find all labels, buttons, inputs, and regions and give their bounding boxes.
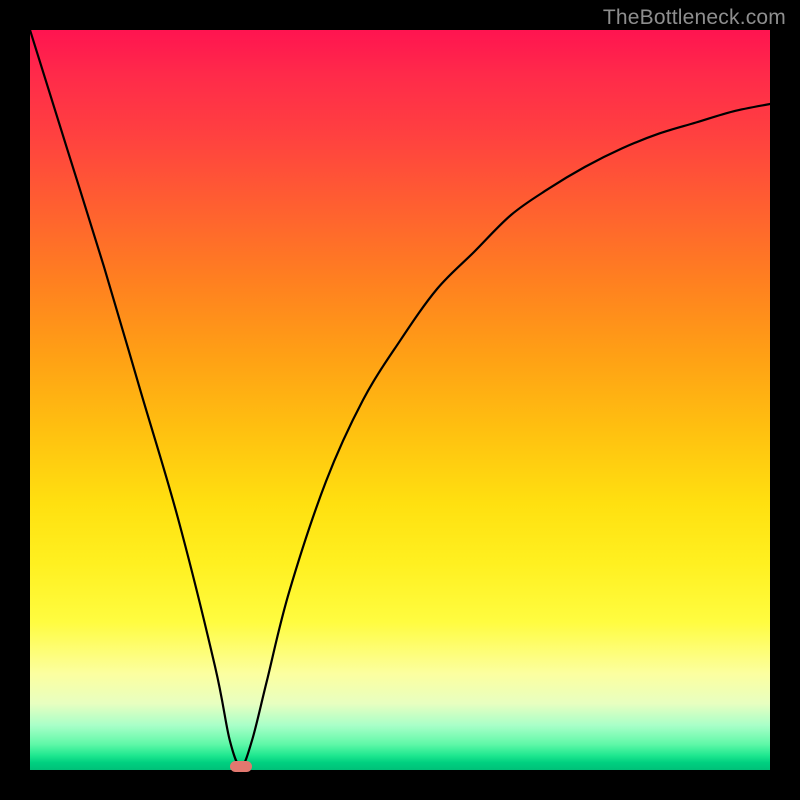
optimum-marker xyxy=(230,761,252,772)
bottleneck-curve xyxy=(30,30,770,766)
plot-area xyxy=(30,30,770,770)
curve-svg xyxy=(30,30,770,770)
watermark-text: TheBottleneck.com xyxy=(603,6,786,30)
chart-frame: TheBottleneck.com xyxy=(0,0,800,800)
